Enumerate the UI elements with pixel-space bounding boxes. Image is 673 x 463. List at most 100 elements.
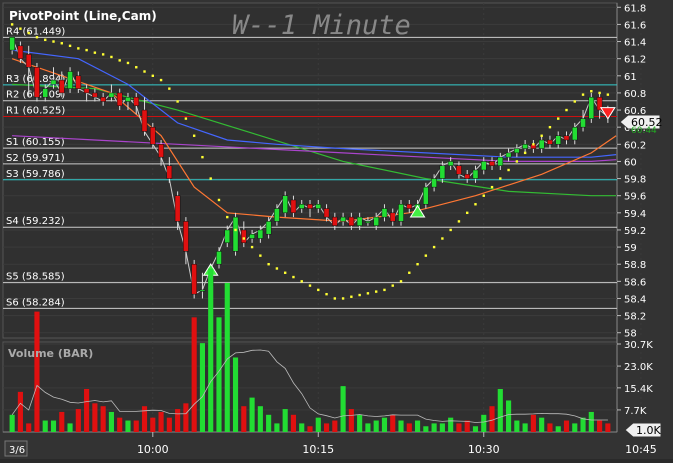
sar-dot <box>573 100 576 103</box>
candle-down <box>141 109 148 132</box>
price-tick-label: 59 <box>624 243 637 254</box>
volume-bar-down <box>605 423 611 432</box>
volume-bar-down <box>597 420 603 432</box>
volume-bar-up <box>216 317 222 432</box>
sar-dot <box>507 168 510 172</box>
chart-canvas[interactable]: R4 (61.449)R3 (60.894)R2 (60.709)R1 (60.… <box>0 0 673 459</box>
sar-dot <box>226 215 229 219</box>
volume-bar-down <box>175 409 181 432</box>
candle-up <box>439 165 446 179</box>
sar-dot <box>548 125 552 129</box>
last-price-under: 60.44 <box>631 126 657 136</box>
volume-bar-up <box>274 423 280 432</box>
volume-bar-up <box>266 414 272 432</box>
candle-down <box>183 221 189 252</box>
volume-bar-up <box>50 420 57 432</box>
candle-up <box>555 135 562 145</box>
sar-dot <box>565 108 568 112</box>
pivot-label-r4: R4 (61.449) <box>6 26 65 37</box>
price-tick-label: 61 <box>624 72 637 83</box>
volume-bar-up <box>282 409 288 432</box>
pivot-label-s6: S6 (58.284) <box>6 297 65 308</box>
candle-up <box>257 229 264 239</box>
price-tick-label: 58.4 <box>624 294 646 305</box>
sar-dot <box>143 70 146 73</box>
sar-dot <box>27 31 30 35</box>
candle-down <box>348 216 355 226</box>
volume-bar-up <box>299 423 305 432</box>
candle-up <box>538 139 545 149</box>
candle-down <box>83 88 90 94</box>
sar-dot <box>499 177 502 180</box>
volume-bar-up <box>398 420 404 432</box>
price-tick-label: 58.2 <box>624 312 646 323</box>
volume-bar-down <box>150 417 156 432</box>
candle-down <box>25 54 32 68</box>
volume-bar-up <box>448 417 454 432</box>
volume-bar-up <box>340 386 346 432</box>
sar-dot <box>482 194 485 197</box>
volume-bar-down <box>348 409 354 432</box>
price-tick-label: 58.6 <box>624 277 646 288</box>
candle-up <box>365 221 371 224</box>
candle-up <box>356 216 363 226</box>
sar-dot <box>441 237 444 240</box>
candle-up <box>9 37 15 51</box>
candle-up <box>571 126 578 141</box>
candle-up <box>265 221 272 235</box>
candle-down <box>17 45 24 59</box>
sar-dot <box>201 155 204 159</box>
volume-bar-down <box>100 406 106 432</box>
candle-down <box>191 263 197 295</box>
sar-dot <box>449 228 452 232</box>
volume-bar-up <box>315 417 321 432</box>
time-tick-label: 10:30 <box>468 443 500 456</box>
sar-dot <box>350 295 353 298</box>
sar-dot <box>52 40 55 43</box>
candle-down <box>34 66 40 98</box>
volume-bar-up <box>357 414 363 432</box>
pivot-label-s3: S3 (59.786) <box>6 169 65 180</box>
candle-down <box>116 92 123 107</box>
volume-bar-down <box>464 420 470 432</box>
date-label: 3/6 <box>9 445 25 456</box>
candle-up <box>216 251 222 265</box>
candle-down <box>332 216 338 226</box>
sar-dot <box>176 100 179 103</box>
candle-up <box>298 204 305 209</box>
volume-bar-up <box>423 426 429 432</box>
indicator-title: PivotPoint (Line,Cam) <box>9 9 157 23</box>
volume-bar-up <box>67 423 73 432</box>
volume-bar-up <box>42 420 48 432</box>
candle-down <box>166 165 173 179</box>
price-tick-label: 61.4 <box>624 38 646 49</box>
candle-up <box>249 233 255 239</box>
price-tick-label: 60.8 <box>624 89 646 100</box>
volume-bar-down <box>133 420 139 432</box>
sar-dot <box>466 211 469 215</box>
sar-dot <box>308 284 312 287</box>
sar-dot <box>408 271 411 274</box>
sar-dot <box>118 59 121 62</box>
volume-tick-label: 30.7K <box>624 340 653 351</box>
candle-down <box>240 229 247 244</box>
sar-dot <box>300 280 303 283</box>
price-tick-label: 61.8 <box>624 3 646 14</box>
candle-down <box>149 126 156 145</box>
sar-dot <box>325 292 328 296</box>
candle-up <box>373 216 380 226</box>
price-tick-label: 60.2 <box>624 140 646 151</box>
sar-dot <box>292 275 295 279</box>
volume-bar-down <box>547 423 553 432</box>
volume-bar-down <box>456 423 462 432</box>
candle-up <box>274 208 280 222</box>
volume-bar-down <box>166 417 172 432</box>
candle-up <box>67 71 73 89</box>
volume-bar-up <box>125 420 131 432</box>
volume-bar-up <box>373 420 379 432</box>
volume-bar-up <box>514 420 520 432</box>
candle-up <box>431 178 437 188</box>
candle-up <box>423 186 429 205</box>
sar-dot <box>60 42 63 45</box>
volume-bar-up <box>472 426 479 432</box>
